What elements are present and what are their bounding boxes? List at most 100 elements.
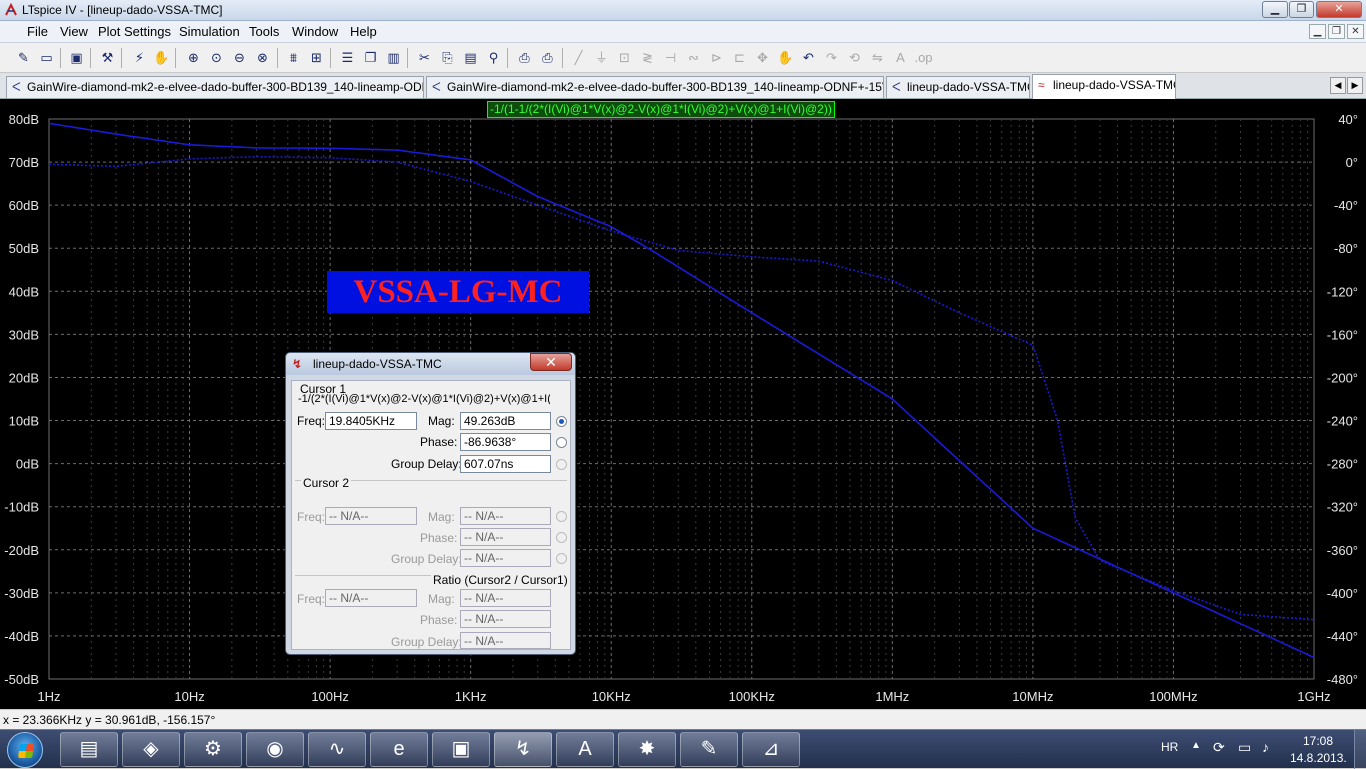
capacitor-icon[interactable]: ⊣ [661,48,680,67]
taskbar-pdf-icon[interactable]: ⊿ [742,732,800,767]
inductor-icon[interactable]: ∾ [684,48,703,67]
label-icon[interactable]: ⊡ [615,48,634,67]
zoom-in-icon[interactable]: ⊕ [184,48,203,67]
tab-lineup-waveform[interactable]: ≈ lineup-dado-VSSA-TMC [1032,74,1176,99]
taskbar-antivirus-icon[interactable]: ◉ [246,732,304,767]
print-icon[interactable]: ⎙ [538,48,557,67]
mdi-close-button[interactable]: ✕ [1347,24,1364,39]
network-icon[interactable]: ▭ [1238,739,1251,756]
menu-simulation[interactable]: Simulation [179,24,240,39]
start-button[interactable] [7,732,43,768]
mirror-icon[interactable]: ⇋ [868,48,887,67]
cursor1-gd-field[interactable]: 607.07ns [460,455,551,473]
show-desktop-button[interactable] [1354,730,1366,769]
tab-gainwire-cmccs[interactable]: ᐸ GainWire-diamond-mk2-e-elvee-dado-buffe… [426,76,884,98]
cursor1-mag-radio[interactable] [556,416,567,427]
ratio-gd-field[interactable]: -- N/A-- [460,632,551,649]
plot-frame [48,118,1315,680]
taskbar-tool-icon[interactable]: ⚙ [184,732,242,767]
component-icon[interactable]: ⊏ [730,48,749,67]
open-icon[interactable]: ▭ [37,48,56,67]
tab-gainwire-15v[interactable]: ᐸ GainWire-diamond-mk2-e-elvee-dado-buffe… [6,76,424,98]
volume-icon[interactable]: ♪ [1262,739,1269,755]
menu-help[interactable]: Help [350,24,377,39]
tab-scroll-right-icon[interactable]: ▶ [1347,77,1363,94]
cursor2-gd-field[interactable]: -- N/A-- [460,549,551,567]
tab-lineup-schematic[interactable]: ᐸ lineup-dado-VSSA-TMC [886,76,1030,98]
taskbar-document-icon[interactable]: A [556,732,614,767]
clock-date[interactable]: 14.8.2013. [1290,751,1347,765]
taskbar-splash-icon[interactable]: ✸ [618,732,676,767]
tile-horizontal-icon[interactable]: ☰ [338,48,357,67]
taskbar-app-icon[interactable]: ◈ [122,732,180,767]
menu-window[interactable]: Window [292,24,338,39]
autorange-icon[interactable]: ⩩ [284,48,303,67]
taskbar-ltspice-icon[interactable]: ↯ [494,732,552,767]
tile-vertical-icon[interactable]: ▥ [384,48,403,67]
maximize-button[interactable]: ❐ [1289,1,1314,18]
new-schematic-icon[interactable]: ✎ [14,48,33,67]
zoom-area-icon[interactable]: ⊙ [207,48,226,67]
ratio-phase-field[interactable]: -- N/A-- [460,610,551,628]
cursor2-mag-field[interactable]: -- N/A-- [460,507,551,525]
mdi-restore-button[interactable]: ❐ [1328,24,1345,39]
minimize-button[interactable]: ▁ [1262,1,1288,18]
find-icon[interactable]: ⚲ [484,48,503,67]
taskbar-ie-icon[interactable]: e [370,732,428,767]
run-icon[interactable]: ⚡ [130,48,149,67]
mdi-minimize-button[interactable]: ▁ [1309,24,1326,39]
wire-icon[interactable]: ╱ [569,48,588,67]
taskbar-scope-icon[interactable]: ∿ [308,732,366,767]
spice-directive-icon[interactable]: .op [914,48,933,67]
zoom-fit-icon[interactable]: ⊗ [253,48,272,67]
undo-icon[interactable]: ↶ [799,48,818,67]
sync-icon[interactable]: ⟳ [1213,739,1225,756]
menu-view[interactable]: View [60,24,88,39]
control-panel-icon[interactable]: ⚒ [98,48,117,67]
taskbar-notepad-icon[interactable]: ✎ [680,732,738,767]
ground-icon[interactable]: ⏚ [592,48,611,67]
clock-time[interactable]: 17:08 [1303,734,1333,748]
redo-icon[interactable]: ↷ [822,48,841,67]
ratio-freq-field[interactable]: -- N/A-- [325,589,417,607]
zoom-out-icon[interactable]: ⊖ [230,48,249,67]
menu-file[interactable]: File [27,24,48,39]
dialog-close-button[interactable]: ✕ [530,353,572,371]
print-preview-icon[interactable]: ⎙ [515,48,534,67]
menu-plot-settings[interactable]: Plot Settings [98,24,171,39]
taskbar-window-icon[interactable]: ▣ [432,732,490,767]
cursor1-phase-field[interactable]: -86.9638° [460,433,551,451]
drag-icon[interactable]: ✥ [753,48,772,67]
tab-scroll-left-icon[interactable]: ◀ [1330,77,1346,94]
trace-expression-label[interactable]: -1/(1-1/(2*(I(Vi)@1*V(x)@2-V(x)@1*I(Vi)@… [487,101,835,118]
language-indicator[interactable]: HR [1161,740,1178,754]
cursor2-gd-radio[interactable] [556,553,567,564]
text-icon[interactable]: A [891,48,910,67]
resistor-icon[interactable]: ≷ [638,48,657,67]
grid-icon[interactable]: ⊞ [307,48,326,67]
save-icon[interactable]: ▣ [67,48,86,67]
cursor2-freq-field[interactable]: -- N/A-- [325,507,417,525]
cursor2-phase-field[interactable]: -- N/A-- [460,528,551,546]
cursor1-phase-radio[interactable] [556,437,567,448]
bode-chart[interactable]: 1Hz 10Hz 100Hz 1KHz 10KHz 100KHz 1MHz 10MHz 100M… [0,99,1366,709]
taskbar-folder-icon[interactable]: ▤ [60,732,118,767]
cascade-icon[interactable]: ❐ [361,48,380,67]
menu-tools[interactable]: Tools [249,24,279,39]
ratio-mag-field[interactable]: -- N/A-- [460,589,551,607]
rotate-icon[interactable]: ⟲ [845,48,864,67]
move-icon[interactable]: ✋ [776,48,795,67]
show-hidden-icons-icon[interactable]: ▲ [1191,740,1201,751]
cursor1-gd-radio[interactable] [556,459,567,470]
cursor2-mag-radio[interactable] [556,511,567,522]
cursor2-phase-radio[interactable] [556,532,567,543]
copy-icon[interactable]: ⎘ [438,48,457,67]
waveform-plot[interactable]: 1Hz 10Hz 100Hz 1KHz 10KHz 100KHz 1MHz 10MHz 100M… [0,99,1366,709]
cursor1-freq-field[interactable]: 19.8405KHz [325,412,417,430]
close-button[interactable]: ✕ [1316,1,1362,18]
cut-icon[interactable]: ✂ [415,48,434,67]
paste-icon[interactable]: ▤ [461,48,480,67]
cursor1-mag-field[interactable]: 49.263dB [460,412,551,430]
halt-icon[interactable]: ✋ [152,48,171,67]
diode-icon[interactable]: ⊳ [707,48,726,67]
